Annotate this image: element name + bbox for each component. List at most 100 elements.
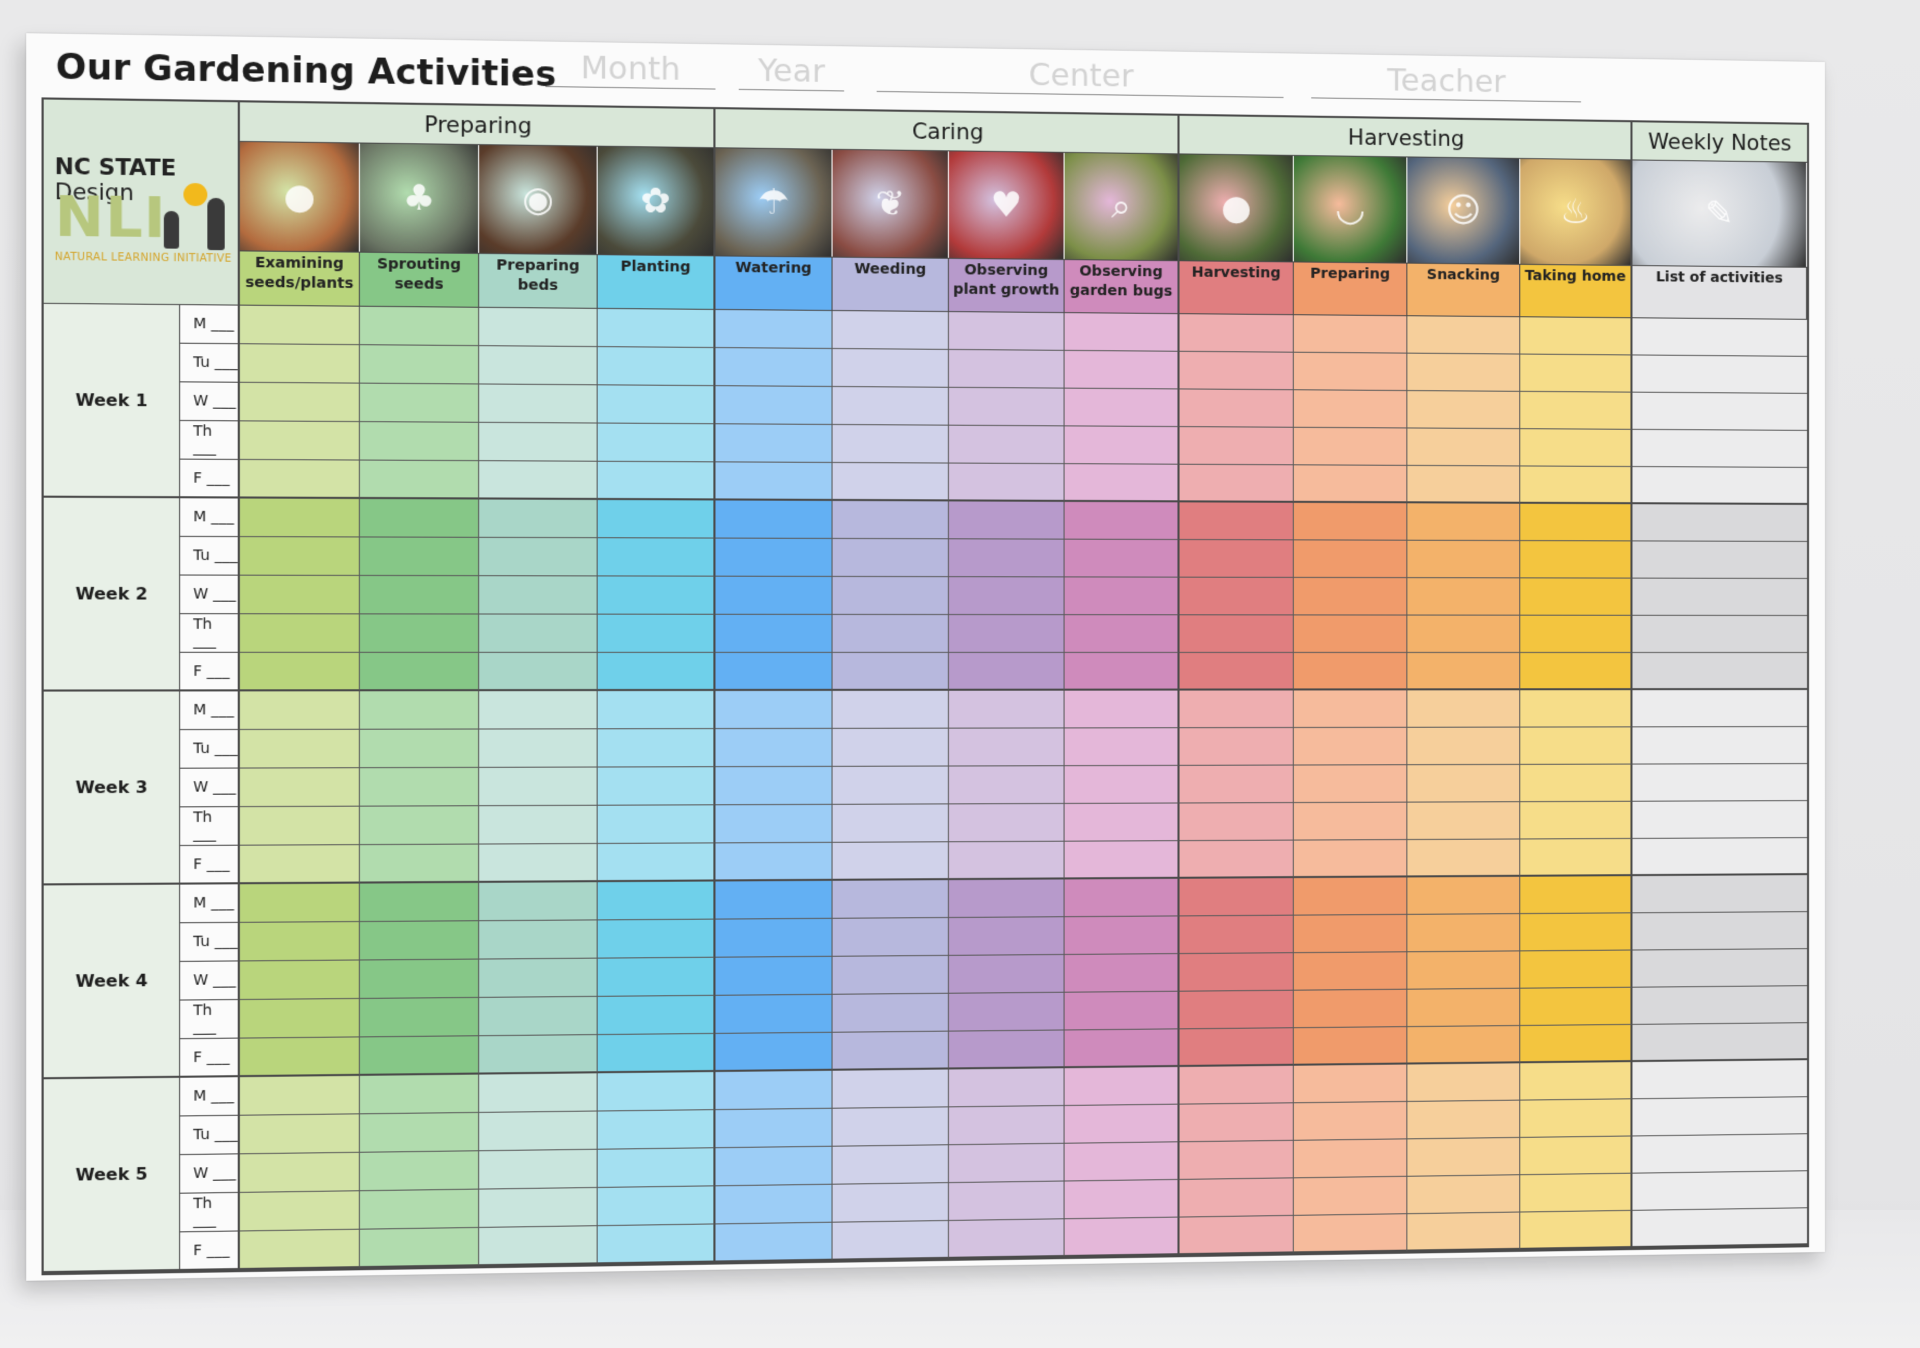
activity-cell[interactable] xyxy=(1407,1175,1520,1214)
activity-cell[interactable] xyxy=(598,538,716,576)
activity-cell[interactable] xyxy=(479,423,598,462)
activity-cell[interactable] xyxy=(1632,1023,1807,1062)
activity-cell[interactable] xyxy=(240,1230,360,1270)
activity-cell[interactable] xyxy=(1632,653,1807,690)
activity-cell[interactable] xyxy=(1632,727,1807,765)
activity-cell[interactable] xyxy=(1520,466,1632,504)
activity-cell[interactable] xyxy=(1065,389,1180,427)
activity-cell[interactable] xyxy=(479,768,598,807)
activity-cell[interactable] xyxy=(1180,841,1294,879)
activity-cell[interactable] xyxy=(479,1150,598,1190)
activity-cell[interactable] xyxy=(949,955,1065,994)
activity-cell[interactable] xyxy=(1065,313,1180,352)
activity-cell[interactable] xyxy=(1065,1218,1180,1257)
activity-cell[interactable] xyxy=(833,1145,949,1184)
activity-cell[interactable] xyxy=(1407,391,1520,429)
activity-cell[interactable] xyxy=(1065,841,1180,879)
activity-cell[interactable] xyxy=(1520,541,1632,579)
activity-cell[interactable] xyxy=(1294,803,1408,841)
activity-cell[interactable] xyxy=(240,845,360,884)
activity-cell[interactable] xyxy=(1632,875,1807,913)
activity-cell[interactable] xyxy=(1065,351,1180,390)
activity-cell[interactable] xyxy=(1180,766,1294,804)
activity-cell[interactable] xyxy=(1407,1026,1520,1065)
activity-cell[interactable] xyxy=(1294,578,1408,616)
activity-cell[interactable] xyxy=(1180,728,1294,766)
activity-cell[interactable] xyxy=(949,993,1065,1032)
activity-cell[interactable] xyxy=(598,996,716,1035)
activity-cell[interactable] xyxy=(360,806,479,845)
activity-cell[interactable] xyxy=(715,919,832,958)
activity-cell[interactable] xyxy=(1294,465,1408,503)
activity-cell[interactable] xyxy=(1520,951,1632,989)
activity-cell[interactable] xyxy=(833,501,949,539)
activity-cell[interactable] xyxy=(949,653,1065,691)
activity-cell[interactable] xyxy=(240,344,360,383)
activity-cell[interactable] xyxy=(949,1182,1065,1221)
activity-cell[interactable] xyxy=(1407,616,1520,653)
activity-cell[interactable] xyxy=(1520,839,1632,877)
activity-cell[interactable] xyxy=(1407,354,1520,392)
activity-cell[interactable] xyxy=(715,462,832,501)
activity-cell[interactable] xyxy=(598,843,716,882)
activity-cell[interactable] xyxy=(1632,949,1807,988)
activity-cell[interactable] xyxy=(1065,1142,1180,1181)
activity-cell[interactable] xyxy=(1520,578,1632,615)
activity-cell[interactable] xyxy=(1520,653,1632,690)
activity-cell[interactable] xyxy=(240,1037,360,1077)
activity-cell[interactable] xyxy=(1520,1099,1632,1138)
activity-cell[interactable] xyxy=(1632,838,1807,876)
activity-cell[interactable] xyxy=(240,961,360,1001)
activity-cell[interactable] xyxy=(598,767,716,806)
activity-cell[interactable] xyxy=(715,653,832,691)
activity-cell[interactable] xyxy=(949,728,1065,766)
activity-cell[interactable] xyxy=(240,730,360,769)
activity-cell[interactable] xyxy=(715,729,832,767)
activity-cell[interactable] xyxy=(598,500,716,539)
activity-cell[interactable] xyxy=(715,386,832,425)
activity-cell[interactable] xyxy=(1407,877,1520,915)
activity-cell[interactable] xyxy=(833,311,949,350)
activity-cell[interactable] xyxy=(360,576,479,615)
month-field[interactable]: Month xyxy=(545,85,715,90)
activity-cell[interactable] xyxy=(949,879,1065,918)
activity-cell[interactable] xyxy=(1294,390,1408,428)
activity-cell[interactable] xyxy=(833,1032,949,1071)
activity-cell[interactable] xyxy=(1520,392,1632,430)
activity-cell[interactable] xyxy=(240,1191,360,1231)
activity-cell[interactable] xyxy=(360,499,479,538)
activity-cell[interactable] xyxy=(715,767,832,805)
activity-cell[interactable] xyxy=(1632,579,1807,616)
activity-cell[interactable] xyxy=(598,729,716,767)
activity-cell[interactable] xyxy=(1632,1208,1807,1248)
activity-cell[interactable] xyxy=(949,577,1065,615)
teacher-field[interactable]: Teacher xyxy=(1311,96,1581,102)
activity-cell[interactable] xyxy=(598,1186,716,1226)
activity-cell[interactable] xyxy=(1632,986,1807,1025)
activity-cell[interactable] xyxy=(949,804,1065,842)
activity-cell[interactable] xyxy=(833,615,949,653)
activity-cell[interactable] xyxy=(240,614,360,653)
activity-cell[interactable] xyxy=(1065,954,1180,993)
activity-cell[interactable] xyxy=(1407,765,1520,803)
activity-cell[interactable] xyxy=(833,1221,949,1261)
activity-cell[interactable] xyxy=(1180,615,1294,653)
activity-cell[interactable] xyxy=(949,539,1065,577)
activity-cell[interactable] xyxy=(1180,427,1294,465)
activity-cell[interactable] xyxy=(1520,765,1632,803)
activity-cell[interactable] xyxy=(479,653,598,691)
activity-cell[interactable] xyxy=(479,576,598,614)
activity-cell[interactable] xyxy=(598,1034,716,1073)
activity-cell[interactable] xyxy=(479,997,598,1036)
activity-cell[interactable] xyxy=(479,844,598,883)
activity-cell[interactable] xyxy=(598,576,716,614)
activity-cell[interactable] xyxy=(1407,578,1520,616)
activity-cell[interactable] xyxy=(360,730,479,769)
activity-cell[interactable] xyxy=(360,1036,479,1076)
activity-cell[interactable] xyxy=(240,691,360,730)
activity-cell[interactable] xyxy=(240,306,360,346)
activity-cell[interactable] xyxy=(360,537,479,576)
activity-cell[interactable] xyxy=(1065,691,1180,729)
activity-cell[interactable] xyxy=(1294,1214,1408,1253)
activity-cell[interactable] xyxy=(1180,653,1294,691)
